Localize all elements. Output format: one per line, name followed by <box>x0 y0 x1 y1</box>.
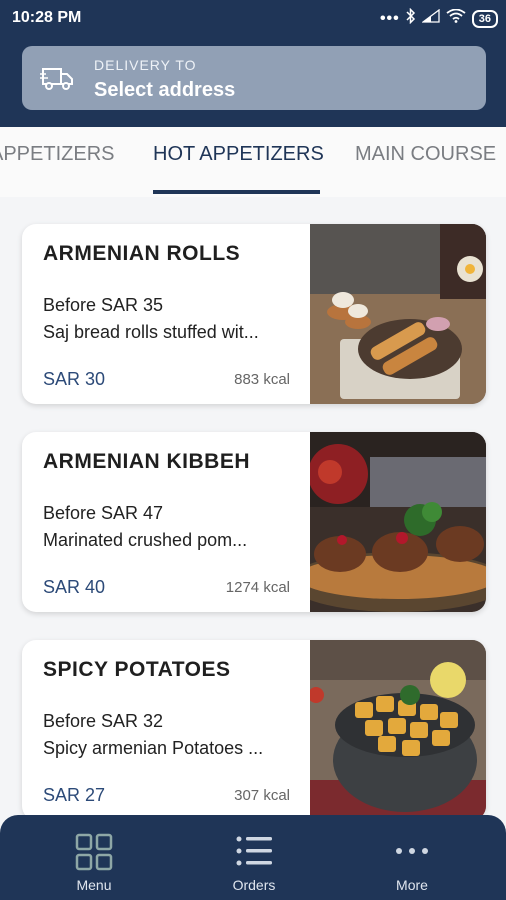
item-image-armenian-kibbeh <box>310 432 486 612</box>
item-image-spicy-potatoes <box>310 640 486 817</box>
item-description: Saj bread rolls stuffed wit... <box>43 322 259 342</box>
tab-main-course[interactable]: MAIN COURSE <box>355 143 496 166</box>
notification-dots-icon: ••• <box>379 9 400 27</box>
nav-orders[interactable]: Orders <box>194 815 314 900</box>
menu-item-card[interactable]: ARMENIAN ROLLS Before SAR 35 Saj bread r… <box>22 224 486 404</box>
item-price: SAR 27 <box>43 785 106 805</box>
item-price: SAR 40 <box>43 577 106 597</box>
delivery-address-value: Select address <box>94 79 236 101</box>
item-original-price: Before SAR 35 <box>43 295 164 315</box>
item-calories: 883 kcal <box>234 371 290 388</box>
delivery-truck-icon <box>40 64 74 97</box>
nav-menu[interactable]: Menu <box>34 815 154 900</box>
delivery-label: DELIVERY TO <box>94 57 197 73</box>
battery-indicator: 36 <box>471 9 498 28</box>
menu-item-list[interactable]: ARMENIAN ROLLS Before SAR 35 Saj bread r… <box>0 197 506 817</box>
item-image-armenian-rolls <box>310 224 486 404</box>
nav-more-label: More <box>396 877 428 893</box>
more-dots-icon <box>393 833 431 876</box>
item-calories: 1274 kcal <box>225 579 290 596</box>
status-icons: ••• 36 <box>379 7 498 29</box>
item-title: SPICY POTATOES <box>43 658 231 681</box>
item-title: ARMENIAN KIBBEH <box>43 450 250 473</box>
tab-appetizers[interactable]: APPETIZERS <box>0 143 114 166</box>
list-icon <box>235 833 273 876</box>
item-original-price: Before SAR 47 <box>43 503 164 523</box>
item-description: Spicy armenian Potatoes ... <box>43 738 264 758</box>
grid-icon <box>75 833 113 876</box>
category-tabs: APPETIZERS HOT APPETIZERS MAIN COURSE <box>0 127 506 197</box>
item-price: SAR 30 <box>43 369 106 389</box>
nav-menu-label: Menu <box>76 877 112 893</box>
nav-more[interactable]: More <box>352 815 472 900</box>
menu-item-card[interactable]: ARMENIAN KIBBEH Before SAR 47 Marinated … <box>22 432 486 612</box>
app-header: 10:28 PM ••• 36 DELIVERY TO Select addre… <box>0 0 506 127</box>
item-title: ARMENIAN ROLLS <box>43 242 241 265</box>
status-bar: 10:28 PM ••• 36 <box>0 0 506 36</box>
active-tab-indicator <box>153 190 320 194</box>
status-time: 10:28 PM <box>12 9 82 26</box>
signal-icon <box>420 8 440 28</box>
item-calories: 307 kcal <box>234 787 290 804</box>
nav-orders-label: Orders <box>232 877 276 893</box>
bluetooth-icon <box>406 7 416 29</box>
wifi-icon <box>446 8 466 28</box>
item-original-price: Before SAR 32 <box>43 711 164 731</box>
menu-item-card[interactable]: SPICY POTATOES Before SAR 32 Spicy armen… <box>22 640 486 817</box>
delivery-address-selector[interactable]: DELIVERY TO Select address <box>22 46 486 110</box>
tab-hot-appetizers[interactable]: HOT APPETIZERS <box>153 143 324 166</box>
item-description: Marinated crushed pom... <box>43 530 248 550</box>
bottom-navigation: Menu Orders More <box>0 815 506 900</box>
